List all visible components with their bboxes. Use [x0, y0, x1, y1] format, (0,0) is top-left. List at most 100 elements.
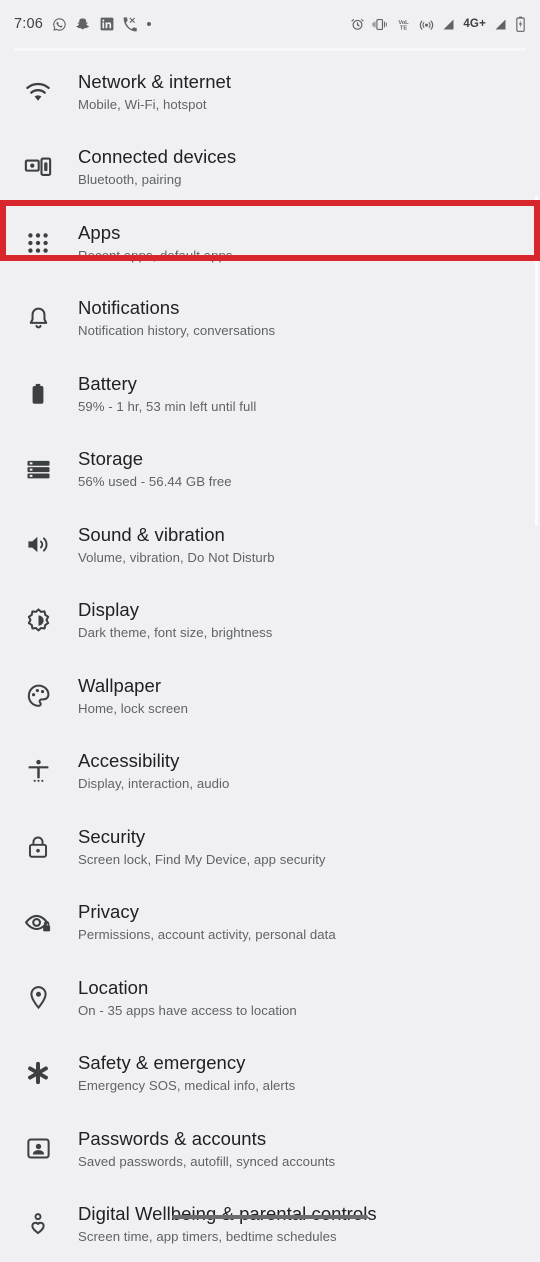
settings-item-notifications[interactable]: Notifications Notification history, conv…: [0, 281, 540, 357]
settings-item-title: Connected devices: [78, 145, 236, 168]
more-notifications-dot: [147, 22, 151, 26]
settings-item-text: Digital Wellbeing & parental controls Sc…: [78, 1202, 377, 1246]
settings-item-subtitle: Mobile, Wi-Fi, hotspot: [78, 95, 231, 114]
battery-icon: [16, 381, 60, 407]
settings-item-network-internet[interactable]: Network & internet Mobile, Wi-Fi, hotspo…: [0, 54, 540, 130]
status-bar-right: VoL TE 4G+: [350, 16, 526, 32]
network-type-label: 4G+: [463, 18, 486, 30]
settings-item-text: Safety & emergency Emergency SOS, medica…: [78, 1051, 295, 1095]
location-pin-icon: [16, 984, 60, 1011]
gesture-nav-pill[interactable]: [172, 1215, 368, 1219]
wellbeing-icon: [16, 1211, 60, 1237]
brightness-icon: [16, 607, 60, 634]
settings-item-title: Sound & vibration: [78, 523, 275, 546]
accessibility-icon: [16, 758, 60, 785]
settings-item-text: Connected devices Bluetooth, pairing: [78, 145, 236, 189]
settings-item-title: Accessibility: [78, 749, 229, 772]
settings-item-text: Accessibility Display, interaction, audi…: [78, 749, 229, 793]
account-badge-icon: [16, 1135, 60, 1162]
settings-item-subtitle: Permissions, account activity, personal …: [78, 925, 336, 944]
signal-sim1-icon: [441, 17, 456, 32]
settings-item-subtitle: 56% used - 56.44 GB free: [78, 472, 232, 491]
bell-icon: [16, 305, 60, 332]
status-bar-clock: 7:06: [14, 16, 43, 32]
status-bar: 7:06 VoL TE: [0, 0, 540, 48]
settings-item-subtitle: Screen time, app timers, bedtime schedul…: [78, 1227, 377, 1246]
settings-item-subtitle: Dark theme, font size, brightness: [78, 623, 272, 642]
palette-icon: [16, 682, 60, 709]
whatsapp-icon: [52, 17, 67, 32]
settings-item-storage[interactable]: Storage 56% used - 56.44 GB free: [0, 432, 540, 508]
settings-item-sound-vibration[interactable]: Sound & vibration Volume, vibration, Do …: [0, 507, 540, 583]
settings-item-subtitle: Display, interaction, audio: [78, 774, 229, 793]
settings-item-subtitle: Saved passwords, autofill, synced accoun…: [78, 1152, 335, 1171]
settings-item-subtitle: Bluetooth, pairing: [78, 170, 236, 189]
apps-grid-icon: [16, 230, 60, 256]
settings-item-title: Passwords & accounts: [78, 1127, 335, 1150]
status-bar-left: 7:06: [14, 16, 350, 32]
settings-item-accessibility[interactable]: Accessibility Display, interaction, audi…: [0, 734, 540, 810]
settings-item-security[interactable]: Security Screen lock, Find My Device, ap…: [0, 809, 540, 885]
settings-item-connected-devices[interactable]: Connected devices Bluetooth, pairing: [0, 130, 540, 206]
settings-item-title: Storage: [78, 447, 232, 470]
settings-item-location[interactable]: Location On - 35 apps have access to loc…: [0, 960, 540, 1036]
settings-item-title: Location: [78, 976, 297, 999]
settings-item-text: Battery 59% - 1 hr, 53 min left until fu…: [78, 372, 256, 416]
lock-icon: [16, 834, 60, 860]
settings-item-title: Network & internet: [78, 70, 231, 93]
linkedin-icon: [100, 17, 114, 31]
settings-item-title: Security: [78, 825, 326, 848]
settings-item-apps[interactable]: Apps Recent apps, default apps: [0, 205, 540, 281]
svg-text:VoL: VoL: [399, 19, 410, 25]
settings-item-display[interactable]: Display Dark theme, font size, brightnes…: [0, 583, 540, 659]
volume-icon: [16, 531, 60, 558]
settings-item-title: Safety & emergency: [78, 1051, 295, 1074]
settings-item-text: Location On - 35 apps have access to loc…: [78, 976, 297, 1020]
settings-item-title: Notifications: [78, 296, 275, 319]
volte-icon: VoL TE: [395, 17, 412, 32]
vertical-scrollbar[interactable]: [535, 196, 538, 526]
settings-item-text: Storage 56% used - 56.44 GB free: [78, 447, 232, 491]
settings-item-safety-emergency[interactable]: Safety & emergency Emergency SOS, medica…: [0, 1036, 540, 1112]
privacy-eye-icon: [16, 908, 60, 936]
alarm-icon: [350, 17, 365, 32]
battery-icon: [515, 16, 526, 32]
settings-item-wallpaper[interactable]: Wallpaper Home, lock screen: [0, 658, 540, 734]
settings-item-passwords-accounts[interactable]: Passwords & accounts Saved passwords, au…: [0, 1111, 540, 1187]
settings-item-text: Privacy Permissions, account activity, p…: [78, 900, 336, 944]
settings-item-battery[interactable]: Battery 59% - 1 hr, 53 min left until fu…: [0, 356, 540, 432]
settings-item-text: Apps Recent apps, default apps: [78, 221, 232, 265]
settings-item-title: Display: [78, 598, 272, 621]
settings-item-title: Privacy: [78, 900, 336, 923]
vibrate-icon: [372, 17, 388, 32]
settings-item-title: Wallpaper: [78, 674, 188, 697]
settings-item-text: Passwords & accounts Saved passwords, au…: [78, 1127, 335, 1171]
snapchat-icon: [76, 17, 91, 32]
settings-item-digital-wellbeing[interactable]: Digital Wellbeing & parental controls Sc…: [0, 1187, 540, 1262]
wifi-icon: [16, 78, 60, 106]
storage-icon: [16, 456, 60, 483]
connected-devices-icon: [16, 153, 60, 181]
missed-call-icon: [123, 17, 138, 32]
settings-item-subtitle: On - 35 apps have access to location: [78, 1001, 297, 1020]
settings-item-subtitle: Recent apps, default apps: [78, 246, 232, 265]
settings-item-title: Digital Wellbeing & parental controls: [78, 1202, 377, 1225]
settings-item-text: Sound & vibration Volume, vibration, Do …: [78, 523, 275, 567]
svg-text:TE: TE: [400, 25, 407, 31]
settings-item-text: Wallpaper Home, lock screen: [78, 674, 188, 718]
settings-item-privacy[interactable]: Privacy Permissions, account activity, p…: [0, 885, 540, 961]
settings-item-subtitle: Volume, vibration, Do Not Disturb: [78, 548, 275, 567]
settings-list[interactable]: Network & internet Mobile, Wi-Fi, hotspo…: [0, 48, 540, 1262]
settings-item-title: Battery: [78, 372, 256, 395]
settings-item-text: Notifications Notification history, conv…: [78, 296, 275, 340]
hotspot-icon: [419, 17, 434, 32]
settings-item-subtitle: Notification history, conversations: [78, 321, 275, 340]
signal-sim2-icon: [493, 17, 508, 32]
settings-item-subtitle: Screen lock, Find My Device, app securit…: [78, 850, 326, 869]
settings-item-subtitle: Emergency SOS, medical info, alerts: [78, 1076, 295, 1095]
emergency-star-icon: [16, 1059, 60, 1087]
settings-item-text: Network & internet Mobile, Wi-Fi, hotspo…: [78, 70, 231, 114]
settings-item-title: Apps: [78, 221, 232, 244]
settings-item-text: Security Screen lock, Find My Device, ap…: [78, 825, 326, 869]
settings-item-subtitle: Home, lock screen: [78, 699, 188, 718]
